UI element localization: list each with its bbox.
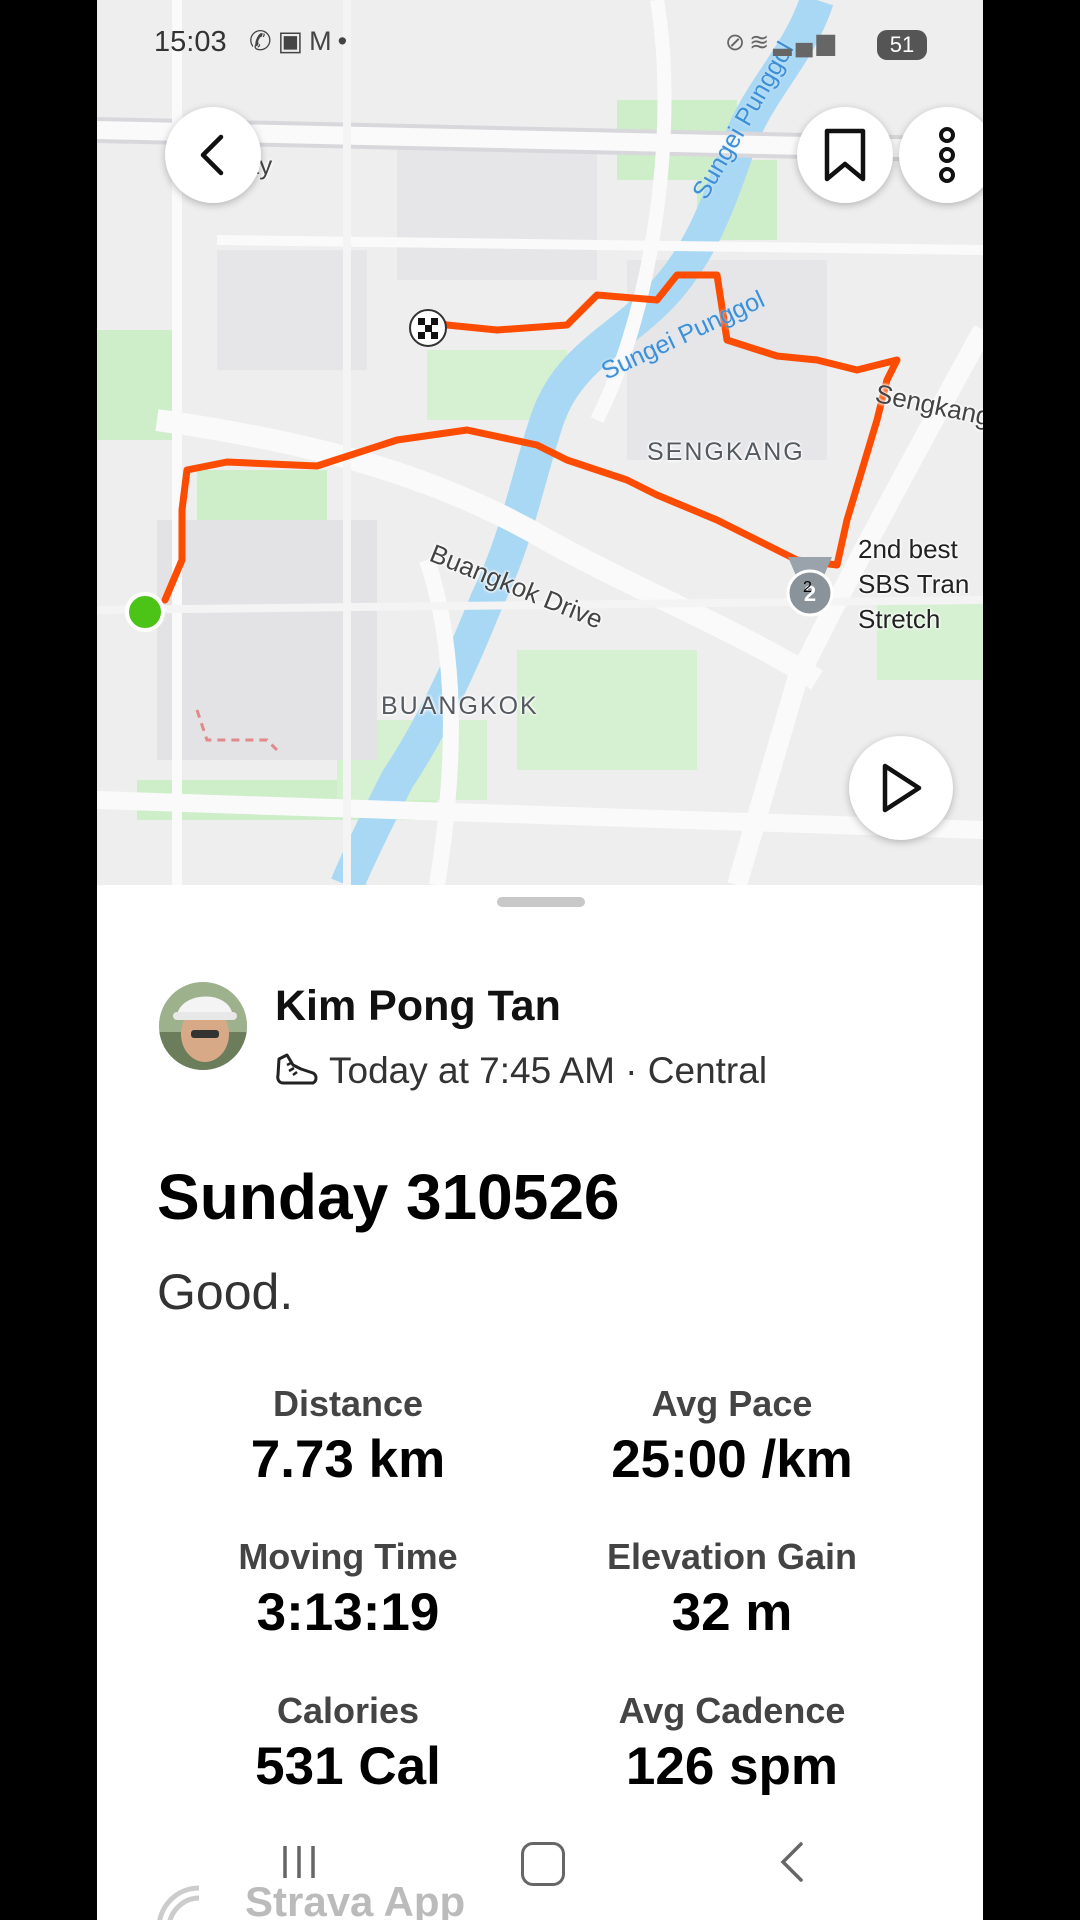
stat-value: 3:13:19 [256,1583,440,1642]
shoe-icon [276,1053,318,1085]
mute-icon: ⊘ [725,29,750,56]
dot-icon: • [337,26,354,56]
stat-value: 126 spm [625,1737,839,1796]
stat-label: Avg Cadence [618,1690,846,1731]
stat-elevation-gain: Elevation Gain 32 m [532,1536,932,1643]
recent-apps-button[interactable] [279,1842,319,1882]
activity-screen: 2 SENGKANG BUANGKOK Buangkok Drive Sengk… [97,0,983,1920]
stat-value: 25:00 /km [611,1430,853,1489]
bookmark-icon [824,128,866,182]
gmail-icon: M [309,26,338,56]
stat-value: 7.73 km [250,1430,446,1489]
sheet-drag-handle[interactable] [497,897,585,907]
back-button[interactable] [165,107,261,203]
segment-achievement-label[interactable]: 2nd best SBS Tran Stretch [858,532,969,637]
stat-value: 531 Cal [255,1737,441,1796]
athlete-photo [159,982,247,1070]
more-vertical-icon [939,127,955,183]
stat-avg-pace: Avg Pace 25:00 /km [532,1383,932,1490]
activity-meta: Today at 7:45 AM · Central [275,1050,767,1092]
whatsapp-icon: ✆ [249,26,278,56]
activity-date-location: Today at 7:45 AM · Central [329,1050,768,1091]
play-icon [882,763,922,813]
save-route-button[interactable] [797,107,893,203]
activity-title: Sunday 310526 [157,1161,620,1233]
home-button[interactable] [521,1842,565,1886]
status-time: 15:03 [154,26,227,58]
chevron-left-icon [200,134,224,176]
notification-icons: ✆▣M• [249,26,353,57]
stat-calories: Calories 531 Cal [148,1690,548,1797]
start-marker [125,592,165,632]
wifi-icon: ≋ [749,29,774,56]
stat-label: Elevation Gain [606,1536,858,1577]
finish-marker [409,309,447,347]
stat-label: Moving Time [238,1536,458,1577]
stat-label: Calories [276,1690,420,1731]
avatar[interactable] [159,982,247,1070]
flyover-play-button[interactable] [849,736,953,840]
signal-icon: ▂▄▆ [773,29,840,56]
stat-label: Distance [272,1383,424,1424]
system-icons: ⊘≋▂▄▆ [725,28,839,57]
stat-moving-time: Moving Time 3:13:19 [148,1536,548,1643]
stat-label: Avg Pace [651,1383,813,1424]
video-icon: ▣ [277,26,310,56]
stat-value: 32 m [671,1583,793,1642]
map-area-label: SENGKANG [647,438,805,466]
stat-distance: Distance 7.73 km [148,1383,548,1490]
activity-description: Good. [157,1264,294,1320]
route-map[interactable]: 2 SENGKANG BUANGKOK Buangkok Drive Sengk… [97,0,983,885]
athlete-name[interactable]: Kim Pong Tan [275,982,561,1031]
stat-avg-cadence: Avg Cadence 126 spm [532,1690,932,1797]
battery-indicator: 51 [877,30,927,60]
nav-back-button[interactable] [777,1840,807,1884]
status-bar: 15:03 ✆▣M• ⊘≋▂▄▆ 51 [97,0,983,90]
map-area-label: BUANGKOK [381,692,539,720]
system-nav-bar [97,1830,983,1900]
